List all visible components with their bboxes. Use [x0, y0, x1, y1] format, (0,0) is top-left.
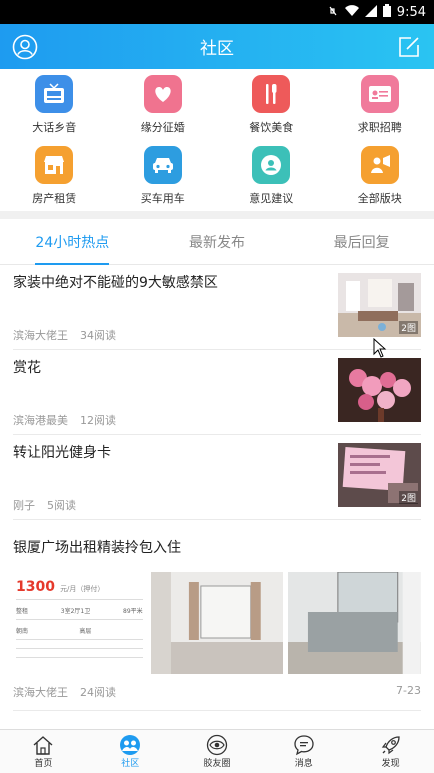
category-item-dialect[interactable]: 大话乡音: [0, 75, 109, 140]
flyer-price: 1300: [16, 579, 55, 595]
post-reads: 24阅读: [80, 686, 116, 699]
post-title: 转让阳光健身卡: [13, 445, 111, 461]
edit-icon[interactable]: [396, 34, 422, 60]
post-title: 赏花: [13, 360, 41, 376]
bottom-nav: 首页 社区 胶友圈 消息 发现: [0, 729, 434, 773]
room-photo: [288, 572, 422, 674]
post-thumbnail: 2图: [338, 443, 421, 507]
category-label: 求职招聘: [357, 121, 402, 134]
user-profile-icon[interactable]: [12, 34, 38, 60]
home-icon: [32, 734, 54, 756]
nav-label: 胶友圈: [203, 759, 231, 769]
category-label: 餐饮美食: [249, 121, 294, 134]
category-item-dating[interactable]: 缘分征婚: [109, 75, 218, 140]
nav-item-discover[interactable]: 发现: [347, 730, 434, 773]
feed-tabs: 24小时热点 最新发布 最后回复: [0, 219, 434, 265]
megaphone-user-icon: [360, 146, 399, 184]
list-item[interactable]: 转让阳光健身卡 刚子 5阅读 2图: [13, 435, 421, 520]
category-grid: 大话乡音 缘分征婚 餐饮美食 求职招聘 房产租赁 买车用车 意见建议 全部版块: [0, 69, 434, 211]
post-reads: 34阅读: [80, 329, 116, 342]
post-thumbnail: [338, 358, 421, 422]
category-item-cars[interactable]: 买车用车: [109, 146, 218, 211]
post-feed: 家装中绝对不能碰的9大敏感禁区 滨海大佬王 34阅读 2图 赏花 滨海港最美 1…: [0, 265, 434, 711]
post-author: 滨海港最美: [13, 414, 68, 427]
status-bar: 9:54: [0, 0, 434, 24]
page-title: 社区: [200, 39, 234, 59]
flower-photo: [338, 358, 421, 422]
post-image: 1300 元/月（押付） 整租 3室2厅1卫 89平米 朝南 高层: [13, 572, 146, 674]
post-author: 滨海大佬王: [13, 686, 68, 699]
post-author: 刚子: [13, 499, 35, 512]
battery-icon: [382, 4, 391, 20]
id-card-icon: [360, 75, 399, 113]
eye-circle-icon: [206, 734, 228, 756]
app-header: 社区: [0, 24, 434, 69]
list-item[interactable]: 家装中绝对不能碰的9大敏感禁区 滨海大佬王 34阅读 2图: [13, 265, 421, 350]
category-label: 全部版块: [357, 192, 402, 205]
rocket-icon: [380, 734, 402, 756]
car-icon: [143, 146, 182, 184]
nav-item-messages[interactable]: 消息: [260, 730, 347, 773]
category-label: 大话乡音: [32, 121, 77, 134]
category-item-food[interactable]: 餐饮美食: [217, 75, 326, 140]
flyer-text: 朝南: [16, 628, 29, 635]
flyer-text: 整租: [16, 608, 29, 615]
room-photo: [150, 572, 284, 674]
image-count-badge: 2图: [399, 491, 418, 504]
category-label: 房产租赁: [32, 192, 77, 205]
chat-bubble-icon: [293, 734, 315, 756]
mouse-cursor-icon: [373, 338, 387, 358]
category-item-jobs[interactable]: 求职招聘: [326, 75, 434, 140]
cutlery-icon: [252, 75, 291, 113]
post-reads: 12阅读: [80, 414, 116, 427]
post-image: [150, 572, 284, 674]
category-label: 缘分征婚: [140, 121, 185, 134]
status-time: 9:54: [396, 4, 426, 20]
wifi-icon: [344, 4, 359, 20]
nav-item-friends-circle[interactable]: 胶友圈: [174, 730, 261, 773]
category-item-all[interactable]: 全部版块: [326, 146, 434, 211]
post-image: [288, 572, 422, 674]
nav-label: 社区: [121, 759, 140, 769]
tv-news-icon: [35, 75, 74, 113]
signal-icon: [364, 4, 377, 20]
post-date: 7-23: [396, 684, 421, 697]
hearts-icon: [143, 75, 182, 113]
category-label: 意见建议: [249, 192, 294, 205]
storefront-icon: [35, 146, 74, 184]
post-author: 滨海大佬王: [13, 329, 68, 342]
nav-item-community[interactable]: 社区: [87, 730, 174, 773]
user-circle-icon: [252, 146, 291, 184]
nav-item-home[interactable]: 首页: [0, 730, 87, 773]
nav-label: 发现: [381, 759, 400, 769]
flyer-price-unit: 元/月（押付）: [60, 585, 105, 593]
list-item[interactable]: 银厦广场出租精装拎包入住 1300 元/月（押付） 整租 3室2厅1卫 89平米…: [13, 520, 422, 711]
category-label: 买车用车: [140, 192, 185, 205]
list-item[interactable]: 赏花 滨海港最美 12阅读: [13, 350, 421, 435]
image-count-badge: 2图: [399, 321, 418, 334]
tab-latest[interactable]: 最新发布: [145, 219, 290, 264]
flyer-text: 89平米: [123, 608, 143, 615]
post-title: 银厦广场出租精装拎包入住: [13, 540, 181, 556]
post-title: 家装中绝对不能碰的9大敏感禁区: [13, 275, 218, 291]
section-divider: [0, 211, 434, 219]
flyer-text: 高层: [79, 628, 92, 635]
category-item-feedback[interactable]: 意见建议: [217, 146, 326, 211]
nav-label: 首页: [34, 759, 53, 769]
mute-icon: [327, 5, 339, 20]
category-item-housing[interactable]: 房产租赁: [0, 146, 109, 211]
flyer-text: 3室2厅1卫: [60, 608, 91, 615]
nav-label: 消息: [294, 759, 313, 769]
community-icon: [119, 734, 141, 756]
tab-last-reply[interactable]: 最后回复: [289, 219, 434, 264]
tab-hot-24h[interactable]: 24小时热点: [0, 219, 145, 264]
post-thumbnail: 2图: [338, 273, 421, 337]
post-reads: 5阅读: [47, 499, 76, 512]
rental-flyer: 1300 元/月（押付） 整租 3室2厅1卫 89平米 朝南 高层: [13, 572, 146, 674]
